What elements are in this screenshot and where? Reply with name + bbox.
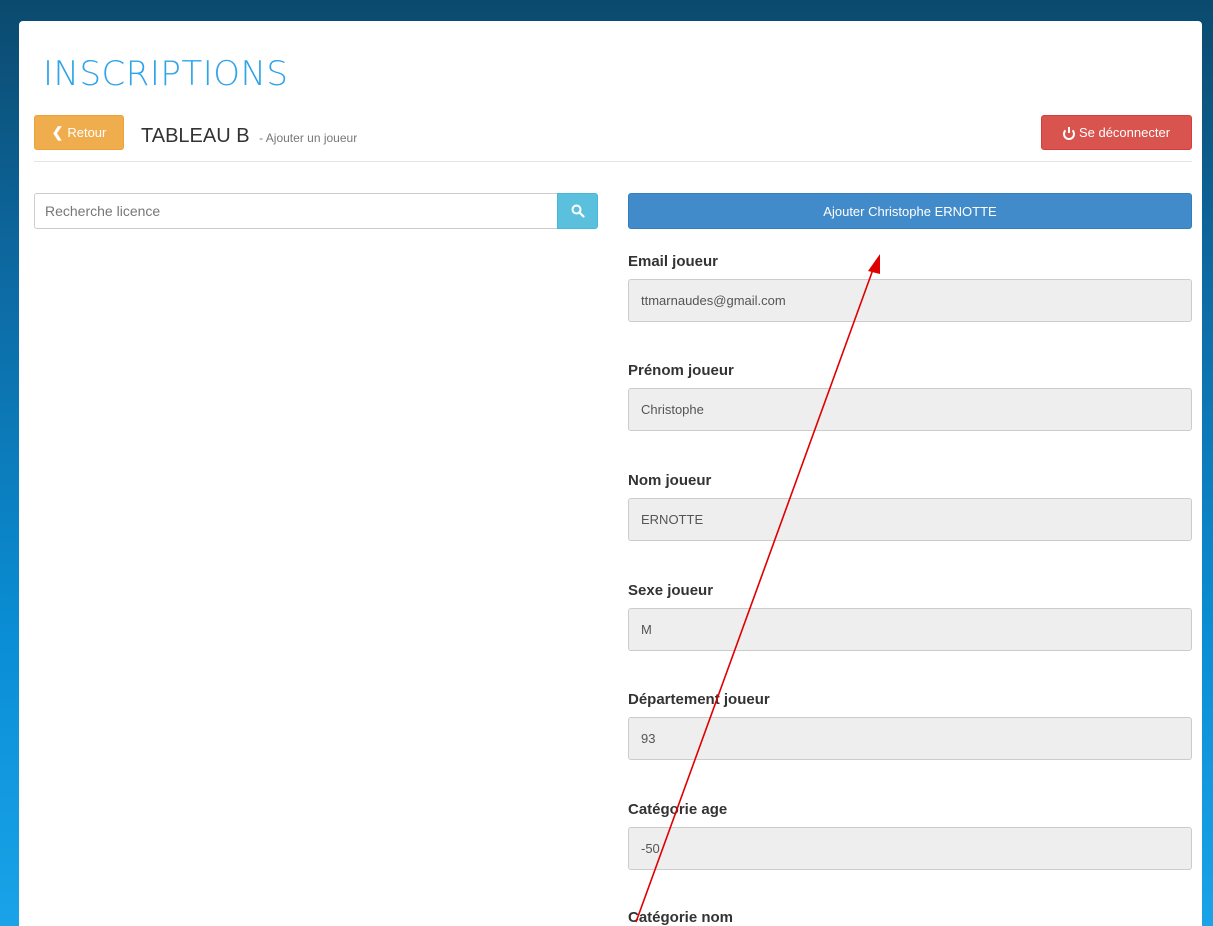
page-title-text: TABLEAU B (141, 125, 250, 147)
last-name-field[interactable]: ERNOTTE (628, 498, 1192, 541)
category-name-label: Catégorie nom (628, 909, 734, 926)
back-button-label: Retour (67, 125, 107, 140)
department-label: Département joueur (628, 691, 770, 708)
search-button[interactable] (557, 193, 598, 229)
logout-button[interactable]: Se déconnecter (1041, 115, 1192, 150)
power-icon (1062, 126, 1075, 140)
last-name-label: Nom joueur (628, 472, 712, 489)
sex-field[interactable]: M (628, 608, 1192, 651)
department-field[interactable]: 93 (628, 717, 1192, 760)
search-icon (571, 204, 585, 218)
back-button[interactable]: ❮ Retour (34, 115, 124, 150)
first-name-label: Prénom joueur (628, 362, 734, 379)
license-search (34, 193, 598, 229)
logout-button-label: Se déconnecter (1078, 125, 1171, 140)
page-title: TABLEAU B - Ajouter un joueur (141, 125, 357, 148)
age-category-label: Catégorie age (628, 801, 728, 818)
email-field[interactable]: ttmarnaudes@gmail.com (628, 279, 1192, 322)
sex-label: Sexe joueur (628, 582, 714, 599)
email-label: Email joueur (628, 253, 719, 270)
header-divider (34, 161, 1192, 162)
chevron-left-icon: ❮ (51, 124, 64, 140)
add-player-button[interactable]: Ajouter Christophe ERNOTTE (628, 193, 1192, 229)
app-title: INSCRIPTIONS (43, 54, 289, 94)
age-category-field[interactable]: -50 (628, 827, 1192, 870)
search-input[interactable] (34, 193, 557, 229)
main-panel: INSCRIPTIONS ❮ Retour TABLEAU B - Ajoute… (19, 21, 1202, 926)
page-subtitle: - Ajouter un joueur (259, 131, 358, 145)
first-name-field[interactable]: Christophe (628, 388, 1192, 431)
